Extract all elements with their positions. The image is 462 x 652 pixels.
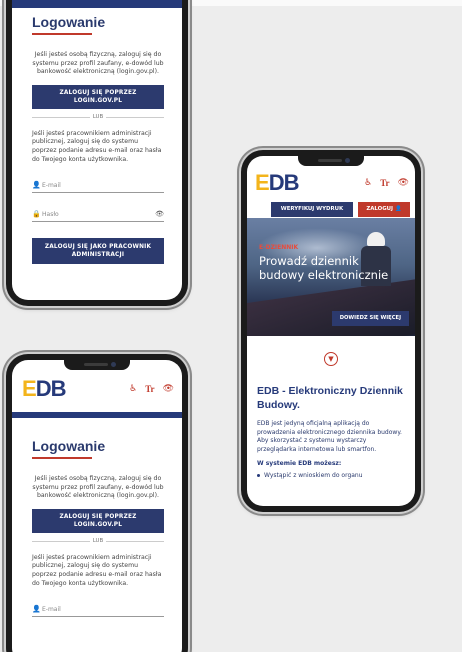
email-field[interactable]: 👤 E-mail [32,602,164,618]
text-size-icon[interactable]: Tr [380,178,389,188]
scroll-down[interactable]: ▼ [247,352,415,366]
email-field[interactable]: 👤 E-mail [32,178,164,194]
phone-login-bottom: EDB ♿ Tr 👁 Logowanie Jeśli jesteś osobą … [6,354,188,652]
login-intro-text: Jeśli jesteś osobą fizyczną, zaloguj się… [32,51,164,76]
phone-login-top: Logowanie Jeśli jesteś osobą fizyczną, z… [6,0,188,306]
phone-screen: EDB ♿ Tr 👁 WERYFIKUJ WYDRUK ZALOGUJ 👤 E-… [247,156,415,506]
login-button[interactable]: ZALOGUJ 👤 [358,202,410,217]
section-title: EDB - Elektroniczny Dziennik Budowy. [257,385,403,411]
hero-banner: E-DZIENNIK Prowadź dziennik budowy elekt… [247,218,415,336]
admin-login-button[interactable]: ZALOGUJ SIĘ JAKO PRACOWNIK ADMINISTRACJI [32,238,164,265]
or-label: LUB [92,113,104,120]
eye-contrast-icon[interactable]: 👁 [163,384,174,394]
password-field[interactable]: 🔒 Hasło 👁 [32,207,164,223]
or-divider: LUB [32,112,164,122]
hero-heading: Prowadź dziennik budowy elektronicznie [259,254,389,282]
canvas: Logowanie Jeśli jesteś osobą fizyczną, z… [0,0,462,652]
show-password-icon[interactable]: 👁 [155,210,164,218]
login-gov-button[interactable]: ZALOGUJ SIĘ POPRZEZ LOGIN.GOV.PL [32,508,164,533]
eye-contrast-icon[interactable]: 👁 [398,178,409,188]
hero-tag: E-DZIENNIK [259,244,299,251]
page-title: Logowanie [32,14,106,30]
login-gov-button[interactable]: ZALOGUJ SIĘ POPRZEZ LOGIN.GOV.PL [32,84,164,109]
phone-notch [64,360,130,370]
admin-intro-text: Jeśli jesteś pracownikiem administracji … [32,553,162,587]
accessibility-icon[interactable]: ♿ [364,178,372,188]
email-label: E-mail [42,181,61,189]
user-icon: 👤 [32,181,41,190]
page-title: Logowanie [32,438,106,454]
phone-home: EDB ♿ Tr 👁 WERYFIKUJ WYDRUK ZALOGUJ 👤 E-… [241,150,421,512]
admin-intro-text: Jeśli jesteś pracownikiem administracji … [32,129,162,163]
verify-print-button[interactable]: WERYFIKUJ WYDRUK [271,202,353,217]
header-strip [12,0,182,8]
app-header: EDB ♿ Tr 👁 [22,378,174,400]
phone-screen: EDB ♿ Tr 👁 Logowanie Jeśli jesteś osobą … [12,360,182,652]
user-icon: 👤 [32,605,41,614]
app-header: EDB ♿ Tr 👁 [255,172,409,194]
phone-screen: Logowanie Jeśli jesteś osobą fizyczną, z… [12,0,182,300]
user-icon: 👤 [394,206,402,212]
chevron-down-icon[interactable]: ▼ [324,352,338,366]
or-label: LUB [92,537,104,544]
lock-icon: 🔒 [32,210,41,219]
accessibility-icon[interactable]: ♿ [129,384,137,394]
phone-notch [298,156,364,166]
learn-more-button[interactable]: DOWIEDZ SIĘ WIĘCEJ [331,311,409,326]
list-item: Wystąpić z wnioskiem do organu [257,472,405,479]
header-strip [12,412,182,418]
edb-logo[interactable]: EDB [255,172,299,194]
login-intro-text: Jeśli jesteś osobą fizyczną, zaloguj się… [32,475,164,500]
or-divider: LUB [32,536,164,546]
list-title: W systemie EDB możesz: [257,460,342,467]
title-underline [32,33,92,35]
edb-logo[interactable]: EDB [22,378,66,400]
text-size-icon[interactable]: Tr [145,384,154,394]
email-label: E-mail [42,605,61,613]
title-underline [32,457,92,459]
password-label: Hasło [42,210,59,218]
section-text: EDB jest jedyną oficjalną aplikacją do p… [257,420,402,453]
